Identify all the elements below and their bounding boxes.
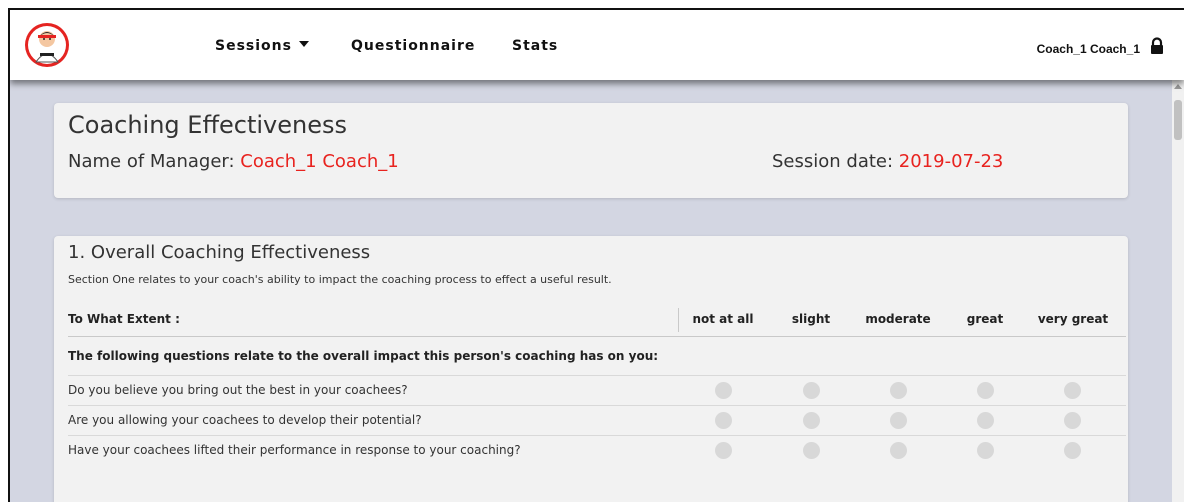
user-name[interactable]: Coach_1 Coach_1 bbox=[1037, 42, 1140, 56]
header-divider bbox=[678, 308, 679, 332]
radio-great[interactable] bbox=[977, 442, 994, 459]
karate-kid-logo[interactable] bbox=[24, 22, 70, 68]
radio-slight[interactable] bbox=[803, 412, 820, 429]
radio-great[interactable] bbox=[977, 382, 994, 399]
question-row: Are you allowing your coachees to develo… bbox=[68, 405, 1126, 435]
manager-info: Name of Manager: Coach_1 Coach_1 bbox=[68, 151, 399, 172]
nav-sessions-label: Sessions bbox=[215, 38, 292, 54]
lock-icon[interactable] bbox=[1150, 37, 1164, 55]
radio-not-at-all[interactable] bbox=[715, 442, 732, 459]
radio-very-great[interactable] bbox=[1064, 442, 1081, 459]
column-moderate: moderate bbox=[865, 312, 931, 326]
column-not-at-all: not at all bbox=[692, 312, 754, 326]
question-row: Have your coachees lifted their performa… bbox=[68, 435, 1126, 465]
radio-not-at-all[interactable] bbox=[715, 382, 732, 399]
column-slight: slight bbox=[791, 312, 831, 326]
radio-great[interactable] bbox=[977, 412, 994, 429]
radio-slight[interactable] bbox=[803, 382, 820, 399]
questions-table: To What Extent : not at all slight moder… bbox=[68, 302, 1126, 465]
radio-very-great[interactable] bbox=[1064, 412, 1081, 429]
manager-label: Name of Manager: bbox=[68, 151, 241, 172]
app-frame: Sessions Questionnaire Stats Coach_1 Coa… bbox=[8, 8, 1184, 502]
nav-stats[interactable]: Stats bbox=[512, 38, 558, 54]
radio-slight[interactable] bbox=[803, 442, 820, 459]
session-date-value: 2019-07-23 bbox=[898, 151, 1004, 172]
column-very-great: very great bbox=[1037, 312, 1109, 326]
question-text: Are you allowing your coachees to develo… bbox=[68, 413, 422, 427]
session-date-label: Session date: bbox=[772, 151, 899, 172]
session-date-info: Session date: 2019-07-23 bbox=[772, 151, 1003, 172]
table-header: To What Extent : not at all slight moder… bbox=[68, 302, 1126, 337]
radio-very-great[interactable] bbox=[1064, 382, 1081, 399]
page-title: Coaching Effectiveness bbox=[68, 111, 347, 139]
group-label-text: The following questions relate to the ov… bbox=[68, 349, 659, 363]
scroll-up-icon[interactable] bbox=[1174, 84, 1182, 89]
table-header-label: To What Extent : bbox=[68, 312, 180, 326]
column-great: great bbox=[966, 312, 1004, 326]
section-card: 1. Overall Coaching Effectiveness Sectio… bbox=[54, 236, 1128, 502]
scroll-thumb[interactable] bbox=[1174, 100, 1182, 140]
main-content: Coaching Effectiveness Name of Manager: … bbox=[54, 80, 1130, 502]
section-title: 1. Overall Coaching Effectiveness bbox=[68, 242, 371, 263]
question-row: Do you believe you bring out the best in… bbox=[68, 375, 1126, 405]
nav-questionnaire[interactable]: Questionnaire bbox=[351, 38, 475, 54]
scrollbar[interactable] bbox=[1172, 80, 1184, 502]
radio-not-at-all[interactable] bbox=[715, 412, 732, 429]
nav-sessions-dropdown[interactable]: Sessions bbox=[215, 38, 309, 54]
session-header-card: Coaching Effectiveness Name of Manager: … bbox=[54, 103, 1128, 198]
radio-moderate[interactable] bbox=[890, 382, 907, 399]
question-text: Do you believe you bring out the best in… bbox=[68, 383, 408, 397]
navbar: Sessions Questionnaire Stats Coach_1 Coa… bbox=[10, 10, 1184, 80]
manager-value: Coach_1 Coach_1 bbox=[240, 151, 399, 172]
radio-moderate[interactable] bbox=[890, 412, 907, 429]
caret-down-icon bbox=[298, 41, 309, 47]
question-group-label: The following questions relate to the ov… bbox=[68, 337, 1126, 375]
radio-moderate[interactable] bbox=[890, 442, 907, 459]
section-description: Section One relates to your coach's abil… bbox=[68, 273, 612, 286]
question-text: Have your coachees lifted their performa… bbox=[68, 443, 521, 457]
